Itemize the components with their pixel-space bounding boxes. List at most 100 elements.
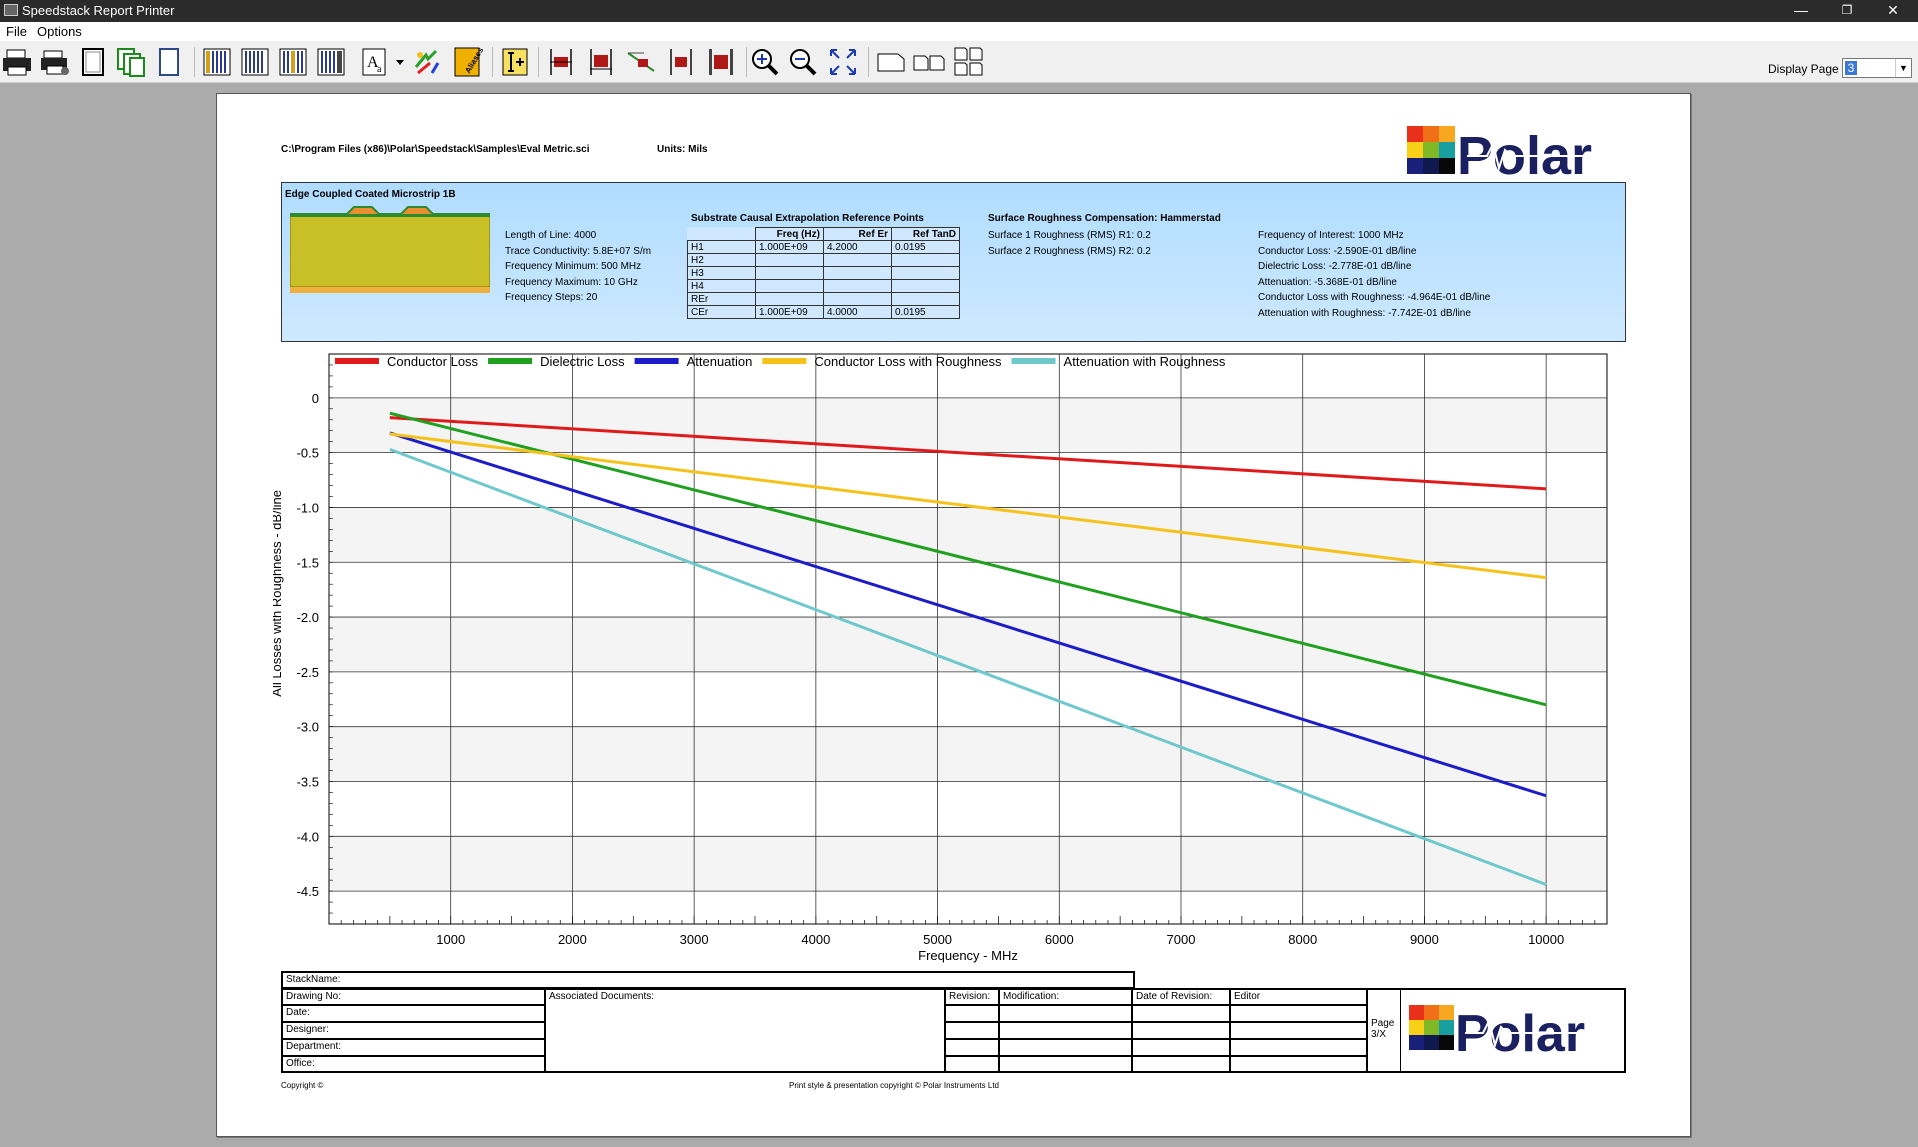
zoom-out-icon[interactable]: [786, 45, 820, 79]
roughness-title: Surface Roughness Compensation: Hammerst…: [988, 213, 1221, 224]
table-row: CEr 1.000E+09 4.0000 0.0195: [687, 305, 960, 319]
result-line: Frequency of Interest: 1000 MHz: [1258, 230, 1404, 241]
date-of-revision-label: Date of Revision:: [1136, 991, 1213, 1002]
window-title: Speedstack Report Printer: [22, 3, 175, 18]
aliases-icon[interactable]: Aliases: [450, 45, 485, 79]
four-page-view-icon[interactable]: [952, 45, 986, 79]
columns-1-icon[interactable]: [200, 45, 234, 79]
department-cell: Department:: [281, 1039, 545, 1056]
file-path: C:\Program Files (x86)\Polar\Speedstack\…: [281, 144, 590, 155]
plot-band: [329, 507, 1607, 563]
table-row: H4: [687, 279, 960, 293]
structure-title: Edge Coupled Coated Microstrip 1B: [285, 189, 456, 200]
table-cell: 4.0000: [823, 305, 892, 319]
y-tick-label: -4.0: [297, 829, 319, 844]
polar-logo: Polar: [1407, 126, 1627, 186]
font-icon[interactable]: Aa: [358, 45, 392, 79]
menu-file[interactable]: File: [6, 24, 27, 39]
color-refresh-icon[interactable]: [410, 45, 444, 79]
menu-options[interactable]: Options: [37, 24, 82, 39]
restore-button[interactable]: ❐: [1824, 0, 1870, 22]
columns-2-icon[interactable]: [238, 45, 272, 79]
table-cell: H1: [687, 240, 756, 254]
legend-label: Dielectric Loss: [540, 354, 625, 369]
revision-row-cell: [945, 1005, 999, 1022]
editor-row-cell: [1230, 1022, 1367, 1039]
copyright-left: Copyright ©: [281, 1081, 324, 1090]
page-label: Page: [1371, 1018, 1395, 1029]
chevron-down-icon[interactable]: ▼: [1895, 59, 1911, 77]
col-header: Ref Er: [823, 227, 892, 241]
table-cell: [823, 266, 892, 280]
y-tick-label: -1.0: [297, 500, 319, 515]
polar-logo-text: Polar: [1457, 126, 1592, 178]
drawing-no-label: Drawing No:: [286, 991, 342, 1002]
legend-swatch: [335, 358, 379, 364]
x-tick-label: 10000: [1528, 932, 1564, 947]
two-page-view-icon[interactable]: [912, 45, 946, 79]
single-page-view-icon[interactable]: [874, 45, 908, 79]
multi-page-icon[interactable]: [114, 45, 148, 79]
stackname-cell: StackName:: [281, 971, 1135, 988]
table-cell: 4.2000: [823, 240, 892, 254]
toolbar: Aa Aliases Display Page 3 ▼: [0, 41, 1918, 83]
y-tick-label: -2.0: [297, 610, 319, 625]
editor-row-cell: [1230, 1056, 1367, 1073]
revision-label: Revision:: [949, 991, 991, 1002]
modification-label: Modification:: [1003, 991, 1060, 1002]
insert-field-icon[interactable]: [498, 45, 532, 79]
layer-5-icon[interactable]: [704, 45, 738, 79]
x-tick-label: 1000: [436, 932, 465, 947]
table-row: H1 1.000E+09 4.2000 0.0195: [687, 240, 960, 254]
modification-row-cell: [999, 1005, 1132, 1022]
window-titlebar: Speedstack Report Printer — ❐ ✕: [0, 0, 1918, 22]
roughness-list: Surface 1 Roughness (RMS) R1: 0.2 Surfac…: [988, 228, 1151, 259]
layer-4-icon[interactable]: [664, 45, 698, 79]
table-cell: REr: [687, 292, 756, 306]
editor-label: Editor: [1234, 991, 1261, 1002]
print-icon[interactable]: [0, 45, 34, 79]
layer-3-icon[interactable]: [624, 45, 658, 79]
plot-band: [329, 836, 1607, 892]
param-line: Frequency Maximum: 10 GHz: [505, 276, 638, 288]
minimize-button[interactable]: —: [1778, 0, 1824, 22]
page-portrait-icon[interactable]: [76, 45, 110, 79]
zoom-in-icon[interactable]: [748, 45, 782, 79]
table-cell: 1.000E+09: [755, 305, 824, 319]
columns-4-icon[interactable]: [314, 45, 348, 79]
revision-row-cell: [945, 1022, 999, 1039]
loss-chart: 1000 2000 3000 4000 5000 6000 7000 8000 9000 1000…: [273, 353, 1608, 963]
table-cell: [755, 292, 824, 306]
legend-label: Attenuation with Roughness: [1064, 354, 1226, 369]
blank-page-icon[interactable]: [152, 45, 186, 79]
substrate-reference-table: Freq (Hz) Ref Er Ref TanD H1 1.000E+09 4.2…: [687, 227, 960, 319]
structure-diagram: [289, 205, 491, 297]
layer-1-icon[interactable]: [544, 45, 578, 79]
table-cell: [823, 253, 892, 267]
table-cell: H3: [687, 266, 756, 280]
results-list: Frequency of Interest: 1000 MHz Conducto…: [1258, 228, 1490, 321]
dropdown-arrow-icon[interactable]: [394, 45, 406, 79]
roughness-line: Surface 1 Roughness (RMS) R1: 0.2: [988, 230, 1151, 241]
close-button[interactable]: ✕: [1870, 0, 1916, 22]
layer-2-icon[interactable]: [584, 45, 618, 79]
polar-logo-small: Polar: [1409, 995, 1619, 1065]
columns-3-icon[interactable]: [276, 45, 310, 79]
print-setup-icon[interactable]: [38, 45, 72, 79]
result-line: Conductor Loss: -2.590E-01 dB/line: [1258, 245, 1417, 257]
office-cell: Office:: [281, 1056, 545, 1073]
modification-row-cell: [999, 1039, 1132, 1056]
table-cell: [823, 279, 892, 293]
fit-page-icon[interactable]: [826, 45, 860, 79]
editor-row-cell: [1230, 1005, 1367, 1022]
toolbar-separator: [538, 47, 539, 77]
legend-label: Conductor Loss: [387, 354, 479, 369]
revision-cell: Revision:: [945, 988, 999, 1005]
x-tick-label: 4000: [801, 932, 830, 947]
table-cell: H2: [687, 253, 756, 267]
result-line: Attenuation with Roughness: -7.742E-01 d…: [1258, 307, 1471, 319]
svg-text:a: a: [377, 64, 382, 75]
modification-row-cell: [999, 1056, 1132, 1073]
display-page-select[interactable]: 3 ▼: [1842, 58, 1912, 78]
date-revision-row-cell: [1132, 1056, 1230, 1073]
